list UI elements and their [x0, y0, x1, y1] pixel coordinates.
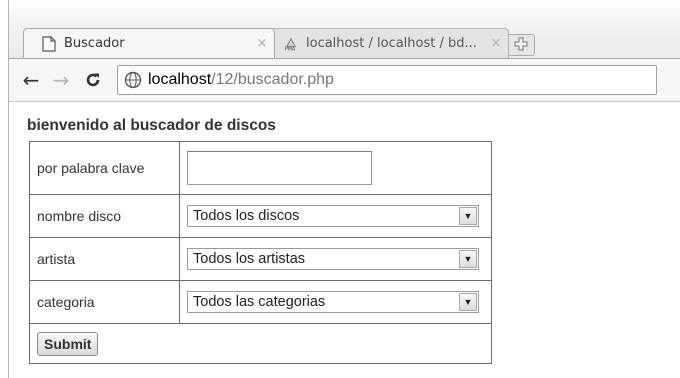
disc-select[interactable]: Todos los discos ▼	[187, 205, 479, 227]
keyword-label: por palabra clave	[29, 141, 180, 195]
tab-strip: Buscador × PMA localhost / localhost / b…	[9, 0, 680, 66]
category-label: categoria	[29, 280, 180, 324]
tab-title: localhost / localhost / bd...	[306, 36, 477, 51]
reload-icon[interactable]	[81, 68, 105, 92]
browser-window: Buscador × PMA localhost / localhost / b…	[8, 0, 680, 378]
keyword-cell	[179, 141, 492, 195]
category-select[interactable]: Todos las categorias ▼	[187, 291, 479, 313]
table-row: por palabra clave	[29, 141, 492, 195]
disc-label: nombre disco	[29, 194, 180, 238]
tab-buscador[interactable]: Buscador ×	[23, 28, 275, 58]
search-form-table: por palabra clave nombre disco Todos los…	[29, 141, 492, 364]
submit-cell: Submit	[29, 323, 492, 364]
artist-select[interactable]: Todos los artistas ▼	[187, 248, 479, 270]
tab-phpmyadmin[interactable]: PMA localhost / localhost / bd... ×	[267, 28, 509, 58]
back-icon[interactable]: ←	[19, 68, 43, 92]
dropdown-arrow-icon: ▼	[459, 207, 477, 225]
forward-icon[interactable]: →	[49, 68, 73, 92]
table-row: nombre disco Todos los discos ▼	[29, 194, 492, 238]
table-row: categoria Todos las categorias ▼	[29, 280, 492, 324]
address-path: /12/buscador.php	[211, 71, 334, 88]
new-tab-icon	[514, 36, 528, 55]
address-host: localhost	[148, 71, 212, 88]
globe-icon	[124, 71, 142, 89]
pma-icon: PMA	[284, 36, 298, 52]
table-row: Submit	[29, 323, 492, 364]
new-tab-button[interactable]	[507, 34, 535, 56]
category-cell: Todos las categorias ▼	[179, 280, 492, 324]
close-tab-icon[interactable]: ×	[250, 36, 274, 51]
dropdown-arrow-icon: ▼	[459, 293, 477, 311]
page-title: bienvenido al buscador de discos	[27, 117, 276, 134]
submit-button[interactable]: Submit	[37, 331, 99, 356]
artist-label: artista	[29, 237, 180, 281]
category-select-value: Todos las categorias	[193, 294, 326, 310]
page-content: bienvenido al buscador de discos por pal…	[9, 103, 680, 378]
disc-cell: Todos los discos ▼	[179, 194, 492, 238]
table-row: artista Todos los artistas ▼	[29, 237, 492, 281]
tab-title: Buscador	[64, 36, 125, 51]
dropdown-arrow-icon: ▼	[459, 250, 477, 268]
disc-select-value: Todos los discos	[193, 208, 300, 224]
artist-select-value: Todos los artistas	[193, 251, 306, 267]
address-bar[interactable]: localhost/12/buscador.php	[117, 65, 657, 95]
close-tab-icon[interactable]: ×	[484, 36, 508, 51]
toolbar: ← → localhost/12/buscador.php	[9, 58, 680, 102]
svg-text:PMA: PMA	[285, 46, 296, 51]
artist-cell: Todos los artistas ▼	[179, 237, 492, 281]
keyword-input[interactable]	[187, 151, 372, 185]
page-icon	[42, 35, 56, 52]
